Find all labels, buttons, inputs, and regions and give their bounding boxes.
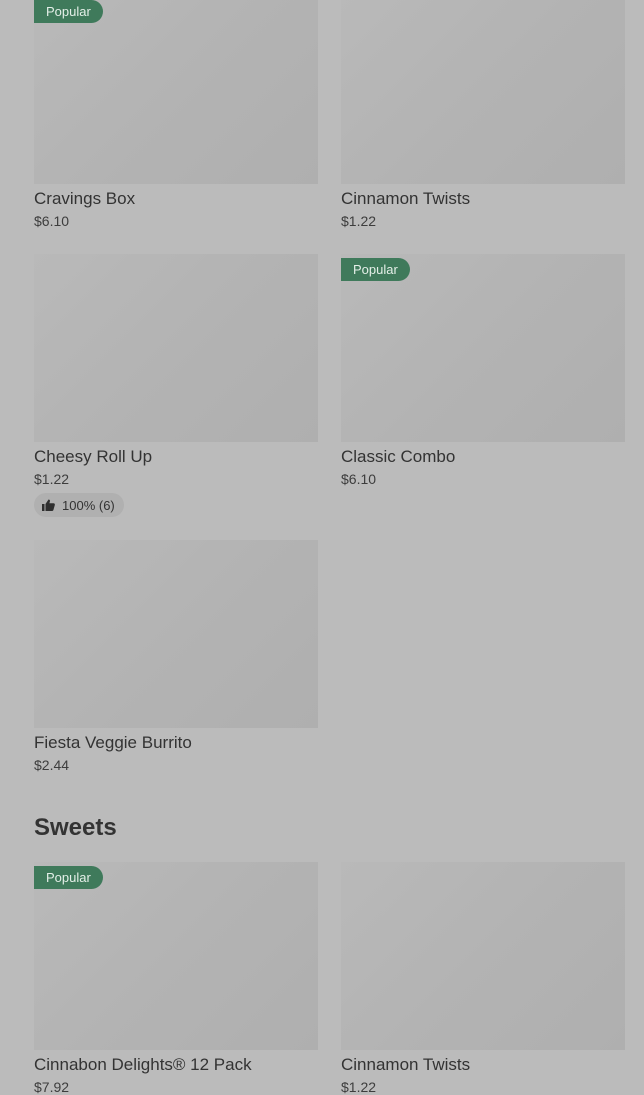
menu-item-name: Classic Combo — [341, 447, 456, 466]
thumbs-up-icon — [42, 499, 55, 511]
section-title: Sweets — [34, 814, 117, 841]
menu-item-name: Cravings Box — [34, 189, 136, 208]
menu-item-price: $1.22 — [341, 213, 377, 229]
menu-item-card[interactable]: Popular Cinnabon Delights® 12 Pack $7.92 — [34, 862, 318, 1095]
menu-item-price: $1.22 — [341, 1079, 377, 1095]
menu-item-card[interactable]: Cheesy Roll Up $1.22 100% (6) — [34, 254, 318, 517]
menu-item-price: $6.10 — [341, 471, 377, 487]
menu-item-name: Cinnamon Twists — [341, 1055, 471, 1074]
menu-item-image: Popular — [341, 254, 625, 442]
menu-item-name: Fiesta Veggie Burrito — [34, 733, 192, 752]
menu-item-card[interactable]: Popular Cravings Box $6.10 — [34, 0, 318, 230]
menu-item-name: Cheesy Roll Up — [34, 447, 153, 466]
menu-item-image: Popular — [34, 862, 318, 1050]
menu-item-price: $2.44 — [34, 757, 70, 773]
menu-item-name: Cinnabon Delights® 12 Pack — [34, 1055, 252, 1074]
rating-pill: 100% (6) — [34, 493, 124, 517]
menu-item-image: Popular — [34, 0, 318, 184]
menu-page: Popular Cravings Box $6.10 Cinnamon Twis… — [0, 0, 644, 1095]
popular-badge: Popular — [34, 0, 103, 23]
rating-text: 100% (6) — [62, 497, 115, 513]
menu-item-price: $7.92 — [34, 1079, 70, 1095]
popular-badge: Popular — [34, 866, 103, 889]
menu-item-card[interactable]: Fiesta Veggie Burrito $2.44 — [34, 540, 318, 774]
menu-item-image — [341, 862, 625, 1050]
menu-item-price: $1.22 — [34, 471, 70, 487]
menu-item-card[interactable]: Cinnamon Twists $1.22 — [341, 0, 625, 230]
menu-item-image — [341, 0, 625, 184]
menu-item-card[interactable]: Cinnamon Twists $1.22 — [341, 862, 625, 1095]
menu-item-card[interactable]: Popular Classic Combo $6.10 — [341, 254, 625, 488]
menu-item-price: $6.10 — [34, 213, 70, 229]
popular-badge: Popular — [341, 258, 410, 281]
menu-item-image — [34, 540, 318, 728]
menu-item-name: Cinnamon Twists — [341, 189, 471, 208]
menu-item-image — [34, 254, 318, 442]
